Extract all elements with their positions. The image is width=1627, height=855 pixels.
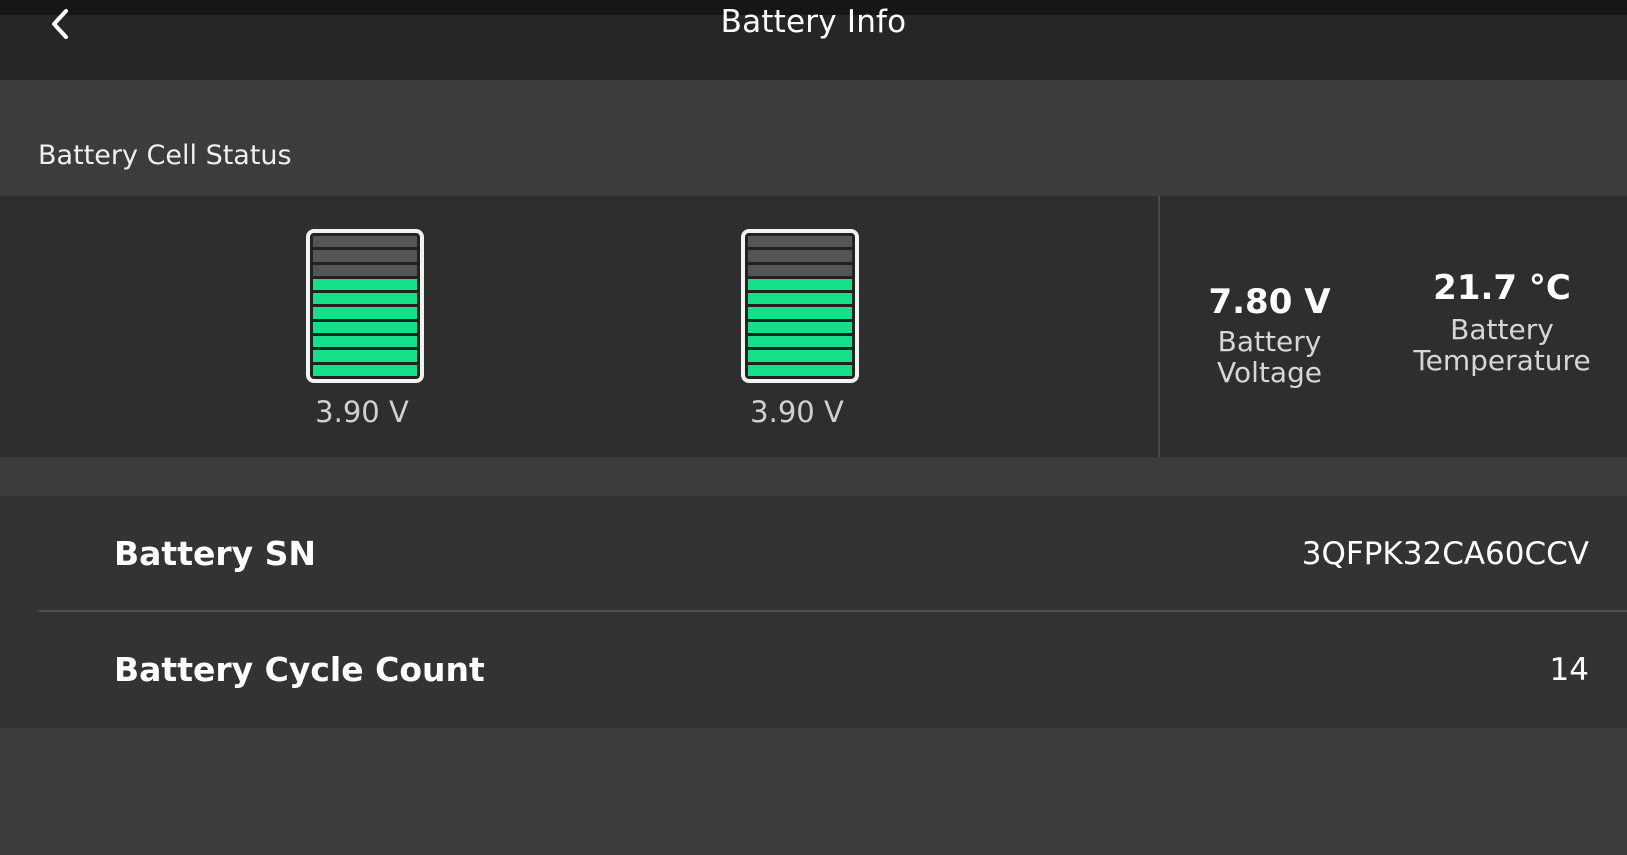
header-bar: Battery Info (0, 0, 1627, 80)
battery-segment-filled (748, 293, 852, 305)
battery-segment-filled (748, 278, 852, 291)
battery-segment-filled (313, 364, 417, 376)
battery-segment-filled (313, 307, 417, 319)
battery-segment-empty (313, 236, 417, 248)
battery-voltage-value: 7.80 V (1208, 282, 1331, 322)
battery-segment-filled (313, 293, 417, 305)
cell-status-panel (0, 196, 1158, 457)
battery-segment-empty (748, 250, 852, 262)
cycle-count-value: 14 (1549, 652, 1589, 688)
battery-voltage-stat: 7.80 V Battery Voltage (1162, 282, 1377, 388)
battery-segment-filled (748, 350, 852, 362)
section-title-cell-status: Battery Cell Status (38, 140, 292, 171)
battery-cell-icon (306, 229, 424, 383)
battery-temperature-stat: 21.7 °C Battery Temperature (1382, 268, 1622, 376)
battery-sn-label: Battery SN (114, 534, 317, 573)
battery-stats-panel: 7.80 V Battery Voltage 21.7 °C Battery T… (1160, 196, 1627, 457)
battery-segment-empty (748, 264, 852, 276)
battery-temperature-label-line2: Temperature (1413, 344, 1591, 377)
battery-sn-value: 3QFPK32CA60CCV (1301, 536, 1589, 572)
battery-temperature-value: 21.7 °C (1433, 268, 1571, 308)
battery-segment-filled (748, 307, 852, 319)
battery-segment-empty (313, 264, 417, 276)
cell-voltage: 3.90 V (750, 395, 844, 429)
battery-cell-2: 3.90 V (741, 229, 859, 429)
battery-segment-filled (313, 278, 417, 291)
cell-voltage: 3.90 V (315, 395, 409, 429)
battery-voltage-label: Battery Voltage (1216, 325, 1323, 389)
battery-temperature-label-line1: Battery (1450, 313, 1554, 346)
battery-segment-filled (748, 321, 852, 334)
battery-cell-1: 3.90 V (306, 229, 424, 429)
battery-segment-empty (748, 236, 852, 248)
battery-segment-filled (748, 336, 852, 348)
page-title: Battery Info (720, 4, 907, 40)
battery-segment-filled (313, 336, 417, 348)
battery-segment-filled (313, 350, 417, 362)
battery-cell-icon (741, 229, 859, 383)
list-item-battery-sn: Battery SN 3QFPK32CA60CCV (38, 496, 1627, 612)
battery-segment-empty (313, 250, 417, 262)
cycle-count-label: Battery Cycle Count (114, 650, 485, 689)
battery-segment-filled (313, 321, 417, 334)
battery-segment-filled (748, 364, 852, 376)
list-item-cycle-count: Battery Cycle Count 14 (38, 612, 1627, 728)
